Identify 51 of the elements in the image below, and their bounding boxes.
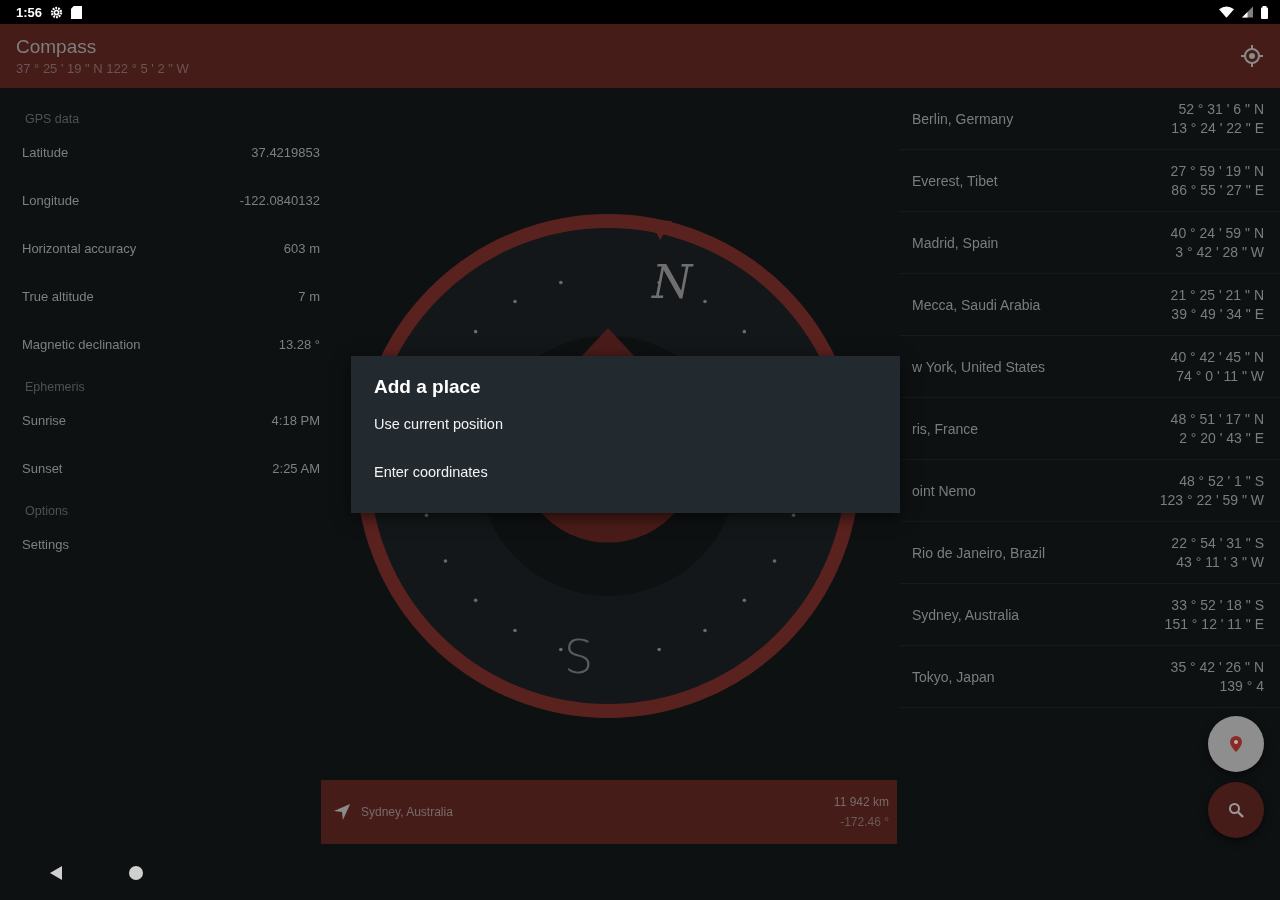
row-value: 603 m [283,240,320,256]
row-value: 2:25 AM [272,460,320,476]
row-value: 4:18 PM [271,412,320,428]
search-button[interactable] [1208,782,1264,838]
row-label: True altitude [22,288,94,304]
status-time: 1:56 [16,4,43,20]
battery-icon [1261,5,1268,19]
north-label: N [652,255,693,309]
place-item[interactable]: Madrid, Spain 40 ° 24 ' 59 " N 3 ° 42 ' 28 " W [900,212,1280,274]
sd-card-icon [71,5,83,19]
home-icon[interactable] [128,864,144,881]
place-item[interactable]: Berlin, Germany 52 ° 31 ' 6 " N 13 ° 24 ' 22 " E [900,88,1280,150]
place-item[interactable]: Tokyo, Japan 35 ° 42 ' 26 " N 139 ° 4 [900,646,1280,708]
row-value: -122.0840132 [239,192,320,208]
section-header: Options [24,503,70,520]
destination-bearing: -172.46 ° [840,815,889,829]
add-place-button[interactable] [1208,716,1264,772]
current-coordinates: 37 ° 25 ' 19 " N 122 ° 5 ' 2 " W [16,61,190,76]
dialog-option[interactable]: Enter coordinates [374,464,877,512]
row-value: 7 m [298,288,320,304]
destination-bar[interactable]: Sydney, Australia 11 942 km -172.46 ° [321,780,897,844]
back-icon[interactable] [48,864,64,881]
place-item[interactable]: Mecca, Saudi Arabia 21 ° 25 ' 21 " N 39 ° 49 ' 34 " E [900,274,1280,336]
place-item[interactable]: w York, United States 40 ° 42 ' 45 " N 74 ° 0 ' 11 " W [900,336,1280,398]
section-header: GPS data [24,111,81,128]
wifi-icon [1219,6,1234,18]
signal-icon [1242,6,1253,18]
section-header: Ephemeris [24,379,86,396]
place-item[interactable]: Everest, Tibet 27 ° 59 ' 19 " N 86 ° 55 ' 27 " E [900,150,1280,212]
search-icon [1228,802,1244,818]
gear-icon [50,5,64,19]
destination-name: Sydney, Australia [361,805,453,819]
row-label: Longitude [22,192,80,208]
row-label: Latitude [22,144,69,160]
my-location-icon[interactable] [1240,44,1264,68]
dialog-option[interactable]: Use current position [374,416,877,464]
map-pin-icon [1230,736,1242,752]
destination-distance: 11 942 km [833,795,889,809]
row-label: Sunset [22,460,63,476]
place-item[interactable]: Sydney, Australia 33 ° 52 ' 18 " S 151 ° 12 ' 11 " E [900,584,1280,646]
row-label: Horizontal accuracy [22,240,137,256]
navigation-arrow-icon [333,803,351,821]
place-item[interactable]: Rio de Janeiro, Brazil 22 ° 54 ' 31 " S 43 ° 11 ' 3 " W [900,522,1280,584]
south-label: S [564,630,594,684]
row-label: Sunrise [22,412,67,428]
dialog-title: Add a place [374,376,482,398]
row-value: 13.28 ° [278,336,320,352]
row-label[interactable]: Settings [22,536,69,552]
row-value: 37.4219853 [251,144,320,160]
row-label: Magnetic declination [22,336,141,352]
app-title: Compass [16,36,98,58]
